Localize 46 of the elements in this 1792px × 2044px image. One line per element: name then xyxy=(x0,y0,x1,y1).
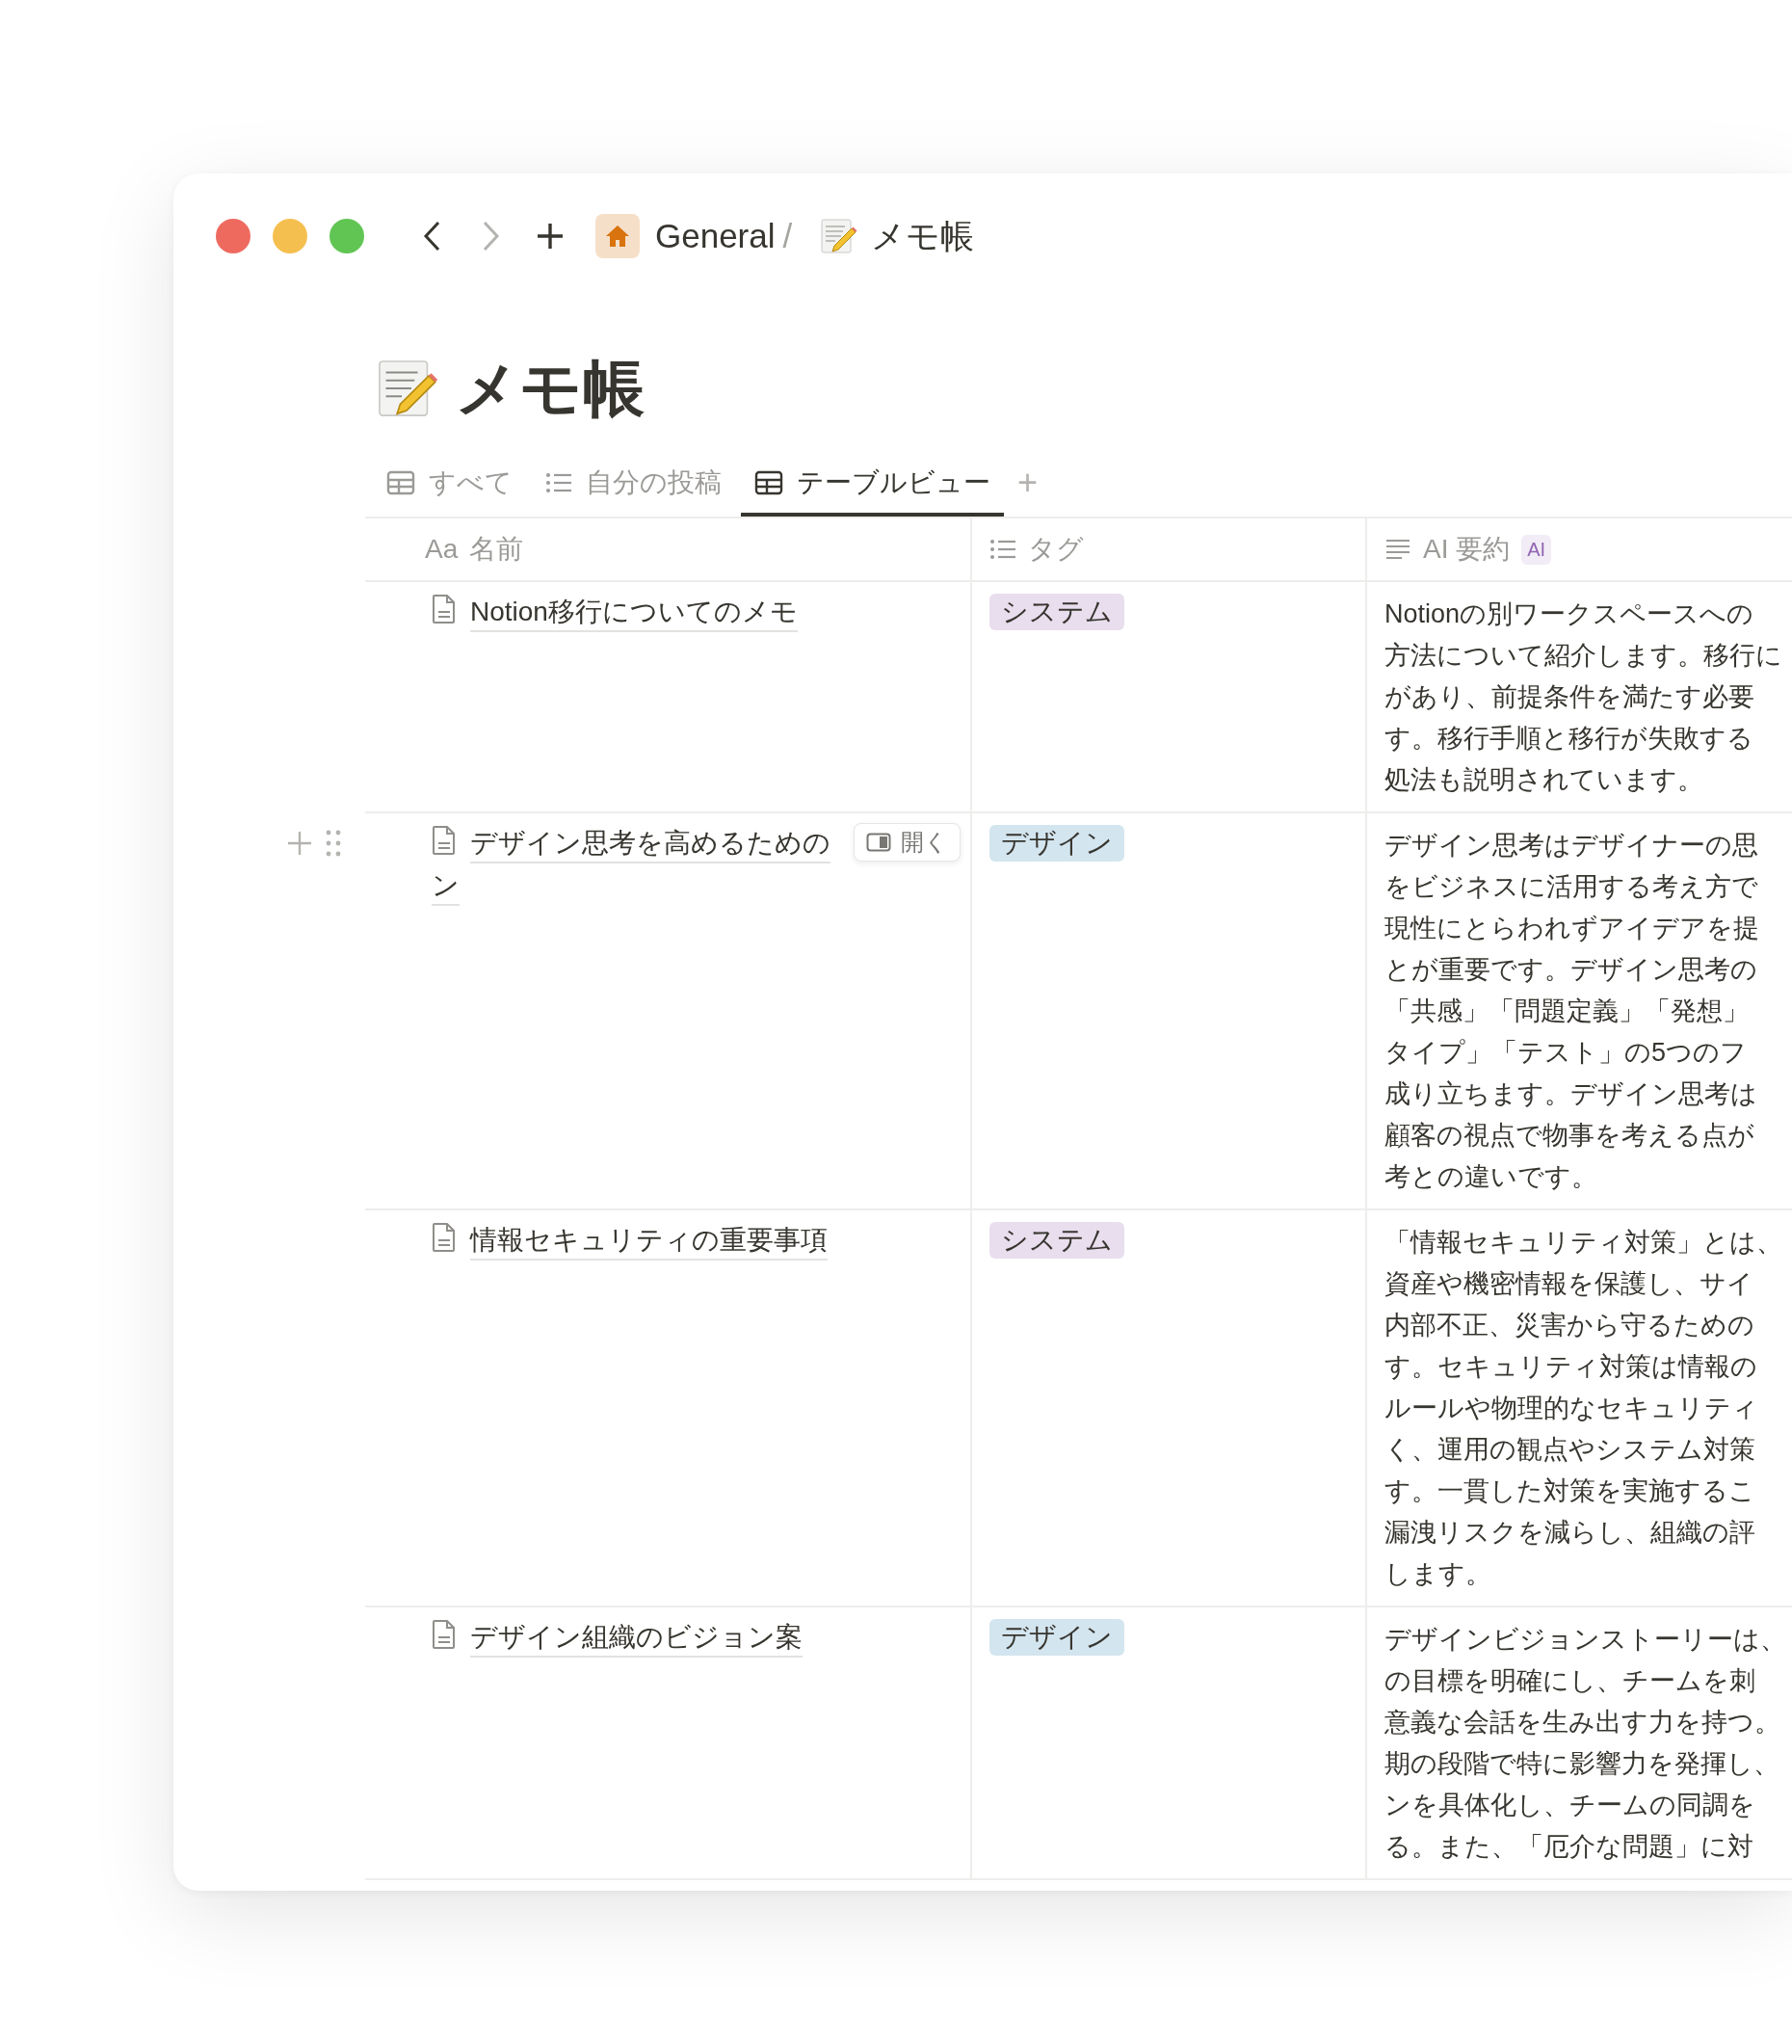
page-title-link[interactable]: Notion移行についてのメモ xyxy=(470,594,798,632)
breadcrumb-link[interactable]: メモ帳 xyxy=(871,213,975,259)
page-title: メモ帳 xyxy=(456,352,645,425)
summary-text: タイプ」「テスト」の5つのフ xyxy=(1384,1037,1749,1069)
summary-text: す。一貫した対策を実施するこ xyxy=(1384,1475,1756,1507)
summary-text: 内部不正、災害から守るための xyxy=(1384,1310,1755,1341)
tag: デザイン xyxy=(989,1619,1124,1656)
summary-text: デザイン思考はデザイナーの思 xyxy=(1384,830,1759,862)
summary-text: をビジネスに活用する考え方で xyxy=(1384,871,1759,903)
page-title-link[interactable]: ン xyxy=(432,867,460,906)
summary-text: 顧客の視点で物事を考える点が xyxy=(1384,1120,1755,1152)
tag: デザイン xyxy=(989,825,1124,862)
open-button[interactable]: 開く xyxy=(854,823,961,862)
summary-text: の目標を明確にし、チームを刺 xyxy=(1384,1665,1756,1697)
summary-text: す。移行手順と移行が失敗する xyxy=(1384,723,1754,755)
summary-text: 期の段階で特に影響力を発揮し、 xyxy=(1384,1748,1780,1780)
summary-text: 考との違いです。 xyxy=(1384,1161,1598,1193)
page-title-link[interactable]: デザイン思考を高めるための xyxy=(470,825,830,863)
summary-text: 資産や機密情報を保護し、サイ xyxy=(1384,1268,1754,1300)
tag: システム xyxy=(989,594,1124,630)
view-tab[interactable]: テーブルビュー xyxy=(741,449,1004,517)
summary-text: く、運用の観点やシステム対策 xyxy=(1384,1434,1756,1466)
summary-text: 漏洩リスクを減らし、組織の評 xyxy=(1384,1517,1756,1549)
page-title-link[interactable]: デザイン組織のビジョン案 xyxy=(470,1619,803,1658)
summary-text: ルールや物理的なセキュリティ xyxy=(1384,1393,1759,1424)
ai-badge: AI xyxy=(1521,534,1552,565)
summary-text: 現性にとらわれずアイデアを提 xyxy=(1384,913,1759,944)
summary-text: ンを具体化し、チームの同調を xyxy=(1384,1790,1756,1821)
summary-text: Notionの別ワークスペースへの xyxy=(1384,598,1755,630)
summary-text: します。 xyxy=(1384,1558,1492,1590)
summary-text: 成り立ちます。デザイン思考は xyxy=(1384,1078,1758,1110)
page-title-link[interactable]: 情報セキュリティの重要事項 xyxy=(470,1222,828,1261)
summary-text: 意義な会話を生み出す力を持つ。 xyxy=(1384,1707,1781,1739)
summary-text: 「共感」「問題定義」「発想」 xyxy=(1384,995,1750,1027)
summary-text: す。セキュリティ対策は情報の xyxy=(1384,1351,1758,1383)
text-type-icon: Aa xyxy=(425,534,459,565)
summary-text: とが重要です。デザイン思考の xyxy=(1384,954,1758,986)
summary-text: 「情報セキュリティ対策」とは、 xyxy=(1384,1227,1782,1259)
summary-text: があり、前提条件を満たす必要 xyxy=(1384,681,1755,713)
tag: システム xyxy=(989,1222,1124,1259)
breadcrumb-link[interactable]: General xyxy=(655,217,776,255)
summary-text: る。また、「厄介な問題」に対 xyxy=(1384,1831,1754,1863)
summary-text: 方法について紹介します。移行に xyxy=(1384,640,1782,672)
summary-text: 処法も説明されています。 xyxy=(1384,764,1704,796)
breadcrumb-separator: / xyxy=(782,217,793,255)
summary-text: デザインビジョンストーリーは、 xyxy=(1384,1624,1786,1656)
